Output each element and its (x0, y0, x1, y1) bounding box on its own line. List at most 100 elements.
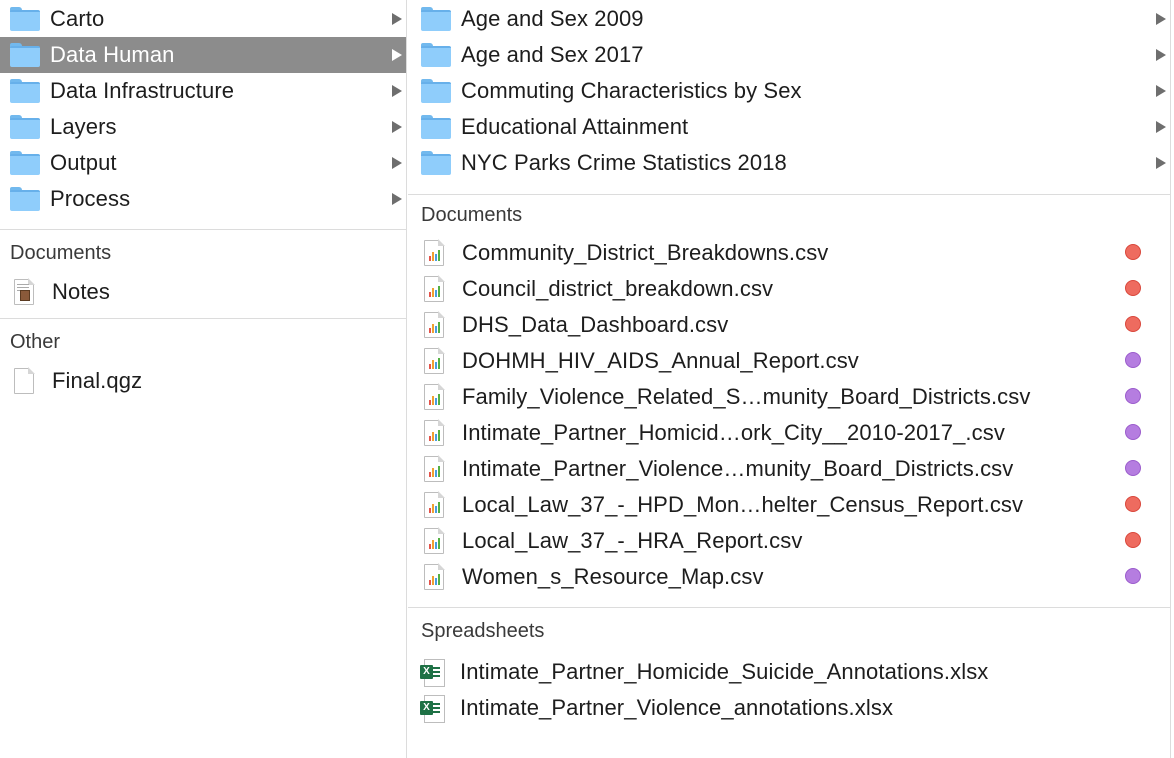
csv-file-row[interactable]: Local_Law_37_-_HPD_Mon…helter_Census_Rep… (408, 487, 1170, 523)
folder-row-label: Data Infrastructure (50, 78, 235, 103)
folder-row-label: Age and Sex 2017 (461, 42, 644, 67)
document-icon (14, 278, 35, 305)
csv-file-row[interactable]: Local_Law_37_-_HRA_Report.csv (408, 523, 1170, 559)
folder-icon (421, 79, 451, 103)
folder-icon (421, 151, 451, 175)
csv-file-icon (424, 239, 445, 266)
csv-file-row-label: Local_Law_37_-_HRA_Report.csv (462, 528, 803, 553)
folder-list: Carto Data Human Data Infrastructure Layers… (0, 0, 406, 217)
file-row-final-qgz[interactable]: Final.qgz (0, 363, 406, 399)
folder-icon (10, 79, 40, 103)
folder-row[interactable]: Layers (0, 109, 406, 145)
excel-icon: X (420, 695, 445, 723)
csv-file-row[interactable]: Community_District_Breakdowns.csv (408, 235, 1170, 271)
csv-file-icon (424, 491, 445, 518)
csv-file-row-label: Council_district_breakdown.csv (462, 276, 774, 301)
column-divider[interactable] (1170, 0, 1171, 758)
file-row-notes-label: Notes (52, 279, 110, 304)
folder-row-label: Educational Attainment (461, 114, 689, 139)
column-divider[interactable] (406, 0, 407, 758)
csv-file-row[interactable]: Women_s_Resource_Map.csv (408, 559, 1170, 595)
tag-red-icon (1125, 316, 1141, 332)
file-row-notes[interactable]: Notes (0, 274, 406, 310)
csv-file-row-label: Intimate_Partner_Homicid…ork_City__2010-… (462, 420, 1005, 445)
folder-row-label: Output (50, 150, 117, 175)
tag-red-icon (1125, 244, 1141, 260)
tag-purple-icon (1125, 388, 1141, 404)
folder-icon (10, 7, 40, 31)
csv-file-icon (424, 527, 445, 554)
section-header-documents: Documents (421, 203, 523, 226)
tag-red-icon (1125, 280, 1141, 296)
folder-icon (421, 7, 451, 31)
documents-list: Notes (0, 274, 406, 310)
column-data-human: Age and Sex 2009 Age and Sex 2017 Commutin… (408, 0, 1170, 758)
folder-icon (421, 43, 451, 67)
csv-file-row-label: Family_Violence_Related_S…munity_Board_D… (462, 384, 1031, 409)
tag-purple-icon (1125, 460, 1141, 476)
tag-purple-icon (1125, 424, 1141, 440)
disclosure-arrow-icon (1156, 49, 1166, 61)
folder-row-label: Process (50, 186, 131, 211)
other-list: Final.qgz (0, 363, 406, 399)
csv-file-icon (424, 311, 445, 338)
folder-row-label: Data Human (50, 42, 175, 67)
folder-row-label: Layers (50, 114, 117, 139)
disclosure-arrow-icon (1156, 85, 1166, 97)
folder-icon (421, 115, 451, 139)
csv-file-row-label: Local_Law_37_-_HPD_Mon…helter_Census_Rep… (462, 492, 1024, 517)
tag-red-icon (1125, 532, 1141, 548)
folder-icon (10, 151, 40, 175)
folder-row[interactable]: Process (0, 181, 406, 217)
folder-row[interactable]: Age and Sex 2009 (408, 1, 1170, 37)
excel-icon: X (420, 659, 445, 687)
tag-purple-icon (1125, 568, 1141, 584)
csv-file-row-label: DOHMH_HIV_AIDS_Annual_Report.csv (462, 348, 859, 373)
disclosure-arrow-icon (392, 49, 402, 61)
folder-row-label: Commuting Characteristics by Sex (461, 78, 802, 103)
folder-row[interactable]: Educational Attainment (408, 109, 1170, 145)
csv-file-icon (424, 563, 445, 590)
documents-list: Community_District_Breakdowns.csv Council… (408, 235, 1170, 595)
xlsx-file-row-label: Intimate_Partner_Violence_annotations.xl… (460, 695, 894, 720)
disclosure-arrow-icon (1156, 157, 1166, 169)
folder-row[interactable]: Carto (0, 1, 406, 37)
disclosure-arrow-icon (1156, 13, 1166, 25)
csv-file-icon (424, 455, 445, 482)
tag-red-icon (1125, 496, 1141, 512)
disclosure-arrow-icon (392, 193, 402, 205)
section-header-spreadsheets: Spreadsheets (421, 619, 545, 642)
folder-row[interactable]: Age and Sex 2017 (408, 37, 1170, 73)
folder-row-label: Carto (50, 6, 105, 31)
csv-file-row[interactable]: Intimate_Partner_Violence…munity_Board_D… (408, 451, 1170, 487)
csv-file-row-label: Intimate_Partner_Violence…munity_Board_D… (462, 456, 1014, 481)
folder-icon (10, 187, 40, 211)
disclosure-arrow-icon (1156, 121, 1166, 133)
folder-row[interactable]: Commuting Characteristics by Sex (408, 73, 1170, 109)
csv-file-row[interactable]: DHS_Data_Dashboard.csv (408, 307, 1170, 343)
xlsx-file-row[interactable]: X Intimate_Partner_Homicide_Suicide_Annot… (408, 654, 1170, 690)
folder-row[interactable]: Data Human (0, 37, 406, 73)
folder-row-label: Age and Sex 2009 (461, 6, 644, 31)
csv-file-row[interactable]: Council_district_breakdown.csv (408, 271, 1170, 307)
csv-file-row[interactable]: DOHMH_HIV_AIDS_Annual_Report.csv (408, 343, 1170, 379)
spreadsheets-list: X Intimate_Partner_Homicide_Suicide_Annot… (408, 654, 1170, 726)
disclosure-arrow-icon (392, 157, 402, 169)
csv-file-row[interactable]: Intimate_Partner_Homicid…ork_City__2010-… (408, 415, 1170, 451)
section-header-documents: Documents (10, 241, 112, 264)
csv-file-row-label: Community_District_Breakdowns.csv (462, 240, 829, 265)
file-row-final-qgz-label: Final.qgz (52, 368, 143, 393)
xlsx-file-row-label: Intimate_Partner_Homicide_Suicide_Annota… (460, 659, 989, 684)
folder-list: Age and Sex 2009 Age and Sex 2017 Commutin… (408, 0, 1170, 181)
csv-file-row[interactable]: Family_Violence_Related_S…munity_Board_D… (408, 379, 1170, 415)
folder-row[interactable]: Data Infrastructure (0, 73, 406, 109)
csv-file-icon (424, 347, 445, 374)
blank-file-icon (14, 367, 35, 394)
disclosure-arrow-icon (392, 85, 402, 97)
disclosure-arrow-icon (392, 121, 402, 133)
csv-file-icon (424, 383, 445, 410)
csv-file-row-label: DHS_Data_Dashboard.csv (462, 312, 729, 337)
folder-row[interactable]: NYC Parks Crime Statistics 2018 (408, 145, 1170, 181)
folder-row[interactable]: Output (0, 145, 406, 181)
xlsx-file-row[interactable]: X Intimate_Partner_Violence_annotations.x… (408, 690, 1170, 726)
